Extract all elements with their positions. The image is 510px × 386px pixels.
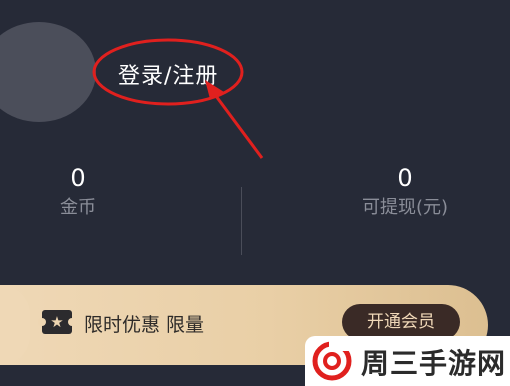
watermark-text: 周三手游网 — [361, 347, 507, 380]
watermark-logo-icon — [312, 341, 352, 381]
star-ticket-icon: ★ — [38, 310, 76, 334]
avatar[interactable] — [0, 22, 96, 122]
withdrawable-stat[interactable]: 0 可提现(元) — [340, 164, 470, 220]
vip-promo-text: 限时优惠 限量 — [84, 314, 205, 336]
withdrawable-label: 可提现(元) — [361, 197, 449, 218]
annotation-arrow-line — [211, 91, 264, 159]
login-register-link[interactable]: 登录/注册 — [118, 58, 218, 90]
coins-label: 金币 — [60, 197, 96, 218]
open-vip-button[interactable]: 开通会员 — [342, 304, 460, 340]
stats-divider — [241, 187, 242, 255]
withdrawable-value: 0 — [397, 164, 413, 192]
coins-stat[interactable]: 0 金币 — [38, 164, 118, 220]
site-watermark: 周三手游网 — [305, 336, 510, 386]
coins-value: 0 — [70, 164, 86, 192]
